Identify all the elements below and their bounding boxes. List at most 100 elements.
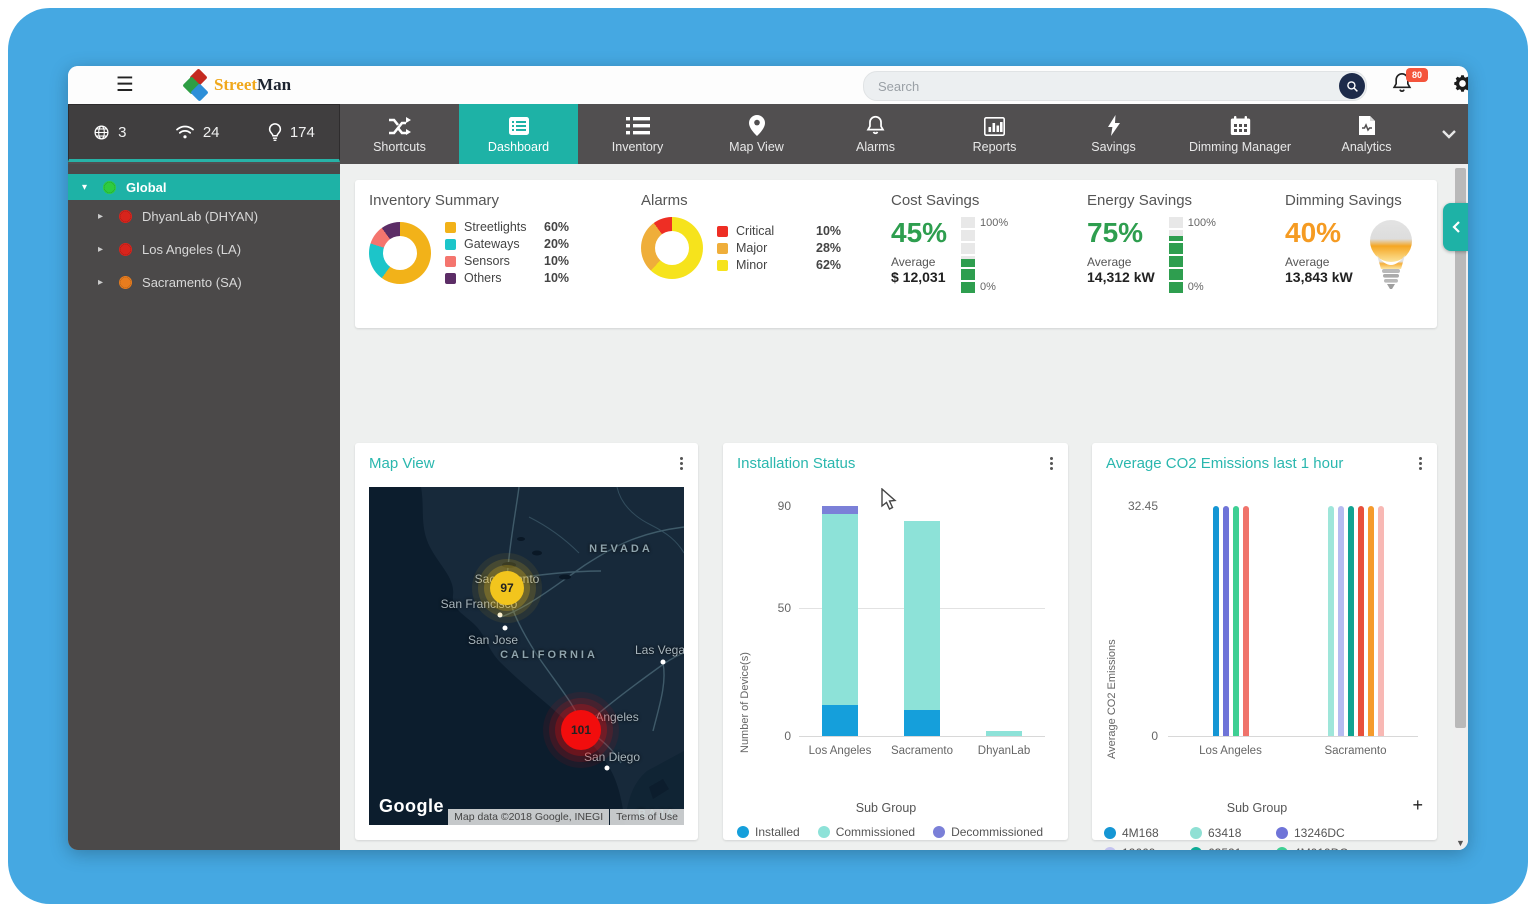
logo-diamonds-icon	[182, 68, 212, 102]
cost-savings-meter	[961, 217, 976, 293]
y-tick: 50	[777, 601, 791, 616]
dimming-savings-average-label: Average	[1285, 255, 1330, 269]
dimming-bulb-icon	[1369, 220, 1412, 289]
google-logo[interactable]: Google	[379, 796, 444, 817]
group-globe-icon	[119, 243, 133, 256]
map-cluster-marker[interactable]: 101	[561, 710, 601, 750]
group-globe-icon	[119, 210, 133, 223]
co2-bar[interactable]	[1327, 506, 1334, 736]
installation-y-axis-label: Number of Device(s)	[739, 652, 751, 753]
co2-x-axis-label: Sub Group	[1226, 801, 1288, 815]
map-city-dot	[502, 625, 508, 631]
scrollbar-down-arrow[interactable]: ▼	[1453, 838, 1468, 848]
tree-item-los[interactable]: ▸ Los Angeles (LA)	[68, 233, 340, 266]
tree-item-global[interactable]: ▾ Global	[68, 174, 340, 200]
tab-inventory[interactable]: Inventory	[578, 104, 697, 164]
tabs-overflow-caret[interactable]	[1430, 104, 1468, 164]
tab-label: Dashboard	[487, 140, 550, 154]
y-tick: 0	[1151, 729, 1158, 743]
google-map[interactable]: NEVADACALIFORNIABAJASacramentoSan Franci…	[369, 487, 684, 825]
chevron-right-icon: ▸	[98, 277, 104, 288]
co2-bar[interactable]	[1242, 506, 1249, 736]
y-tick: 32.45	[1127, 499, 1158, 513]
tab-map-view[interactable]: Map View	[697, 104, 816, 164]
tab-label: Reports	[972, 140, 1017, 154]
tab-label: Inventory	[611, 140, 664, 154]
meter-min-label: 0%	[1187, 281, 1204, 293]
stacked-bar-los-angeles[interactable]	[822, 506, 858, 736]
search-button[interactable]	[1339, 73, 1365, 99]
legend-item: Installed	[737, 825, 800, 839]
chevron-left-icon	[1451, 221, 1460, 233]
map-city-label: San Diego	[583, 750, 641, 764]
stat-groups-value: 3	[118, 123, 127, 141]
co2-bar[interactable]	[1212, 506, 1219, 736]
notifications-button[interactable]: 80	[1392, 68, 1428, 100]
co2-bar[interactable]	[1367, 506, 1374, 736]
map-terms-link[interactable]: Terms of Use	[610, 809, 684, 825]
map-region-label: NEVADA	[589, 543, 653, 555]
co2-bar[interactable]	[1357, 506, 1364, 736]
map-card-menu-button[interactable]	[676, 455, 686, 472]
tab-shortcuts[interactable]: Shortcuts	[340, 104, 459, 164]
x-category-label: Los Angeles	[1199, 745, 1262, 757]
co2-card-menu-button[interactable]	[1415, 455, 1425, 472]
legend-item: Sensors 10%	[445, 254, 569, 268]
co2-bar[interactable]	[1222, 506, 1229, 736]
co2-y-axis-label: Average CO2 Emissions	[1106, 639, 1118, 759]
tree-item-dhyanlab[interactable]: ▸ DhyanLab (DHYAN)	[68, 200, 340, 233]
chevron-right-icon: ▸	[98, 211, 104, 222]
bolt-icon	[1107, 114, 1121, 136]
map-city-dot	[660, 659, 666, 665]
tab-dimming-manager[interactable]: Dimming Manager	[1173, 104, 1307, 164]
chevron-down-icon: ▾	[82, 181, 88, 193]
tab-analytics[interactable]: Analytics	[1307, 104, 1426, 164]
co2-legend: 4M1686341813246DC 12669635214M019DC	[1104, 823, 1386, 850]
legend-item: Gateways 20%	[445, 237, 569, 251]
inventory-summary-section: Inventory Summary Streetlights 60% Gateway…	[369, 192, 569, 288]
vertical-scrollbar[interactable]: ▼	[1453, 164, 1468, 850]
stacked-bar-sacramento[interactable]	[904, 521, 940, 736]
map-cluster-marker[interactable]: 97	[490, 571, 524, 605]
tab-alarms[interactable]: Alarms	[816, 104, 935, 164]
energy-savings-percent: 75%	[1087, 217, 1144, 248]
co2-bar[interactable]	[1347, 506, 1354, 736]
co2-bar[interactable]	[1377, 506, 1384, 736]
energy-savings-meter	[1168, 217, 1183, 293]
main-nav-bar: 3 24 174 Shortcuts Dashboard Inventory Map …	[68, 104, 1468, 164]
scrollbar-thumb[interactable]	[1455, 168, 1466, 728]
installation-legend: Installed Commissioned Decommissioned	[737, 825, 1043, 839]
alarms-title: Alarms	[641, 192, 688, 209]
tab-dashboard[interactable]: Dashboard	[459, 104, 578, 164]
hamburger-menu-icon[interactable]: ☰	[116, 75, 134, 95]
map-city-dot	[497, 612, 503, 618]
tree-item-sacramento[interactable]: ▸ Sacramento (SA)	[68, 266, 340, 299]
co2-bar[interactable]	[1337, 506, 1344, 736]
settings-button[interactable]	[1452, 73, 1468, 99]
legend-item: Critical 10%	[717, 224, 841, 238]
search-bar	[863, 71, 1367, 101]
stacked-bar-dhyanlab[interactable]	[986, 730, 1022, 736]
tab-savings[interactable]: Savings	[1054, 104, 1173, 164]
wifi-icon	[175, 125, 194, 139]
alarms-legend: Critical 10% Major 28% Minor 62%	[717, 221, 841, 275]
tab-reports[interactable]: Reports	[935, 104, 1054, 164]
energy-savings-average-value: 14,312 kW	[1087, 269, 1155, 285]
gear-icon	[1454, 75, 1468, 92]
legend-item: 12669	[1104, 843, 1190, 850]
legend-item: 63418	[1190, 823, 1276, 843]
search-input[interactable]	[864, 77, 1339, 95]
chevron-right-icon: ▸	[98, 244, 104, 255]
co2-bar[interactable]	[1232, 506, 1239, 736]
inventory-legend: Streetlights 60% Gateways 20% Sensors 10% Othe…	[445, 217, 569, 288]
inventory-summary-title: Inventory Summary	[369, 192, 500, 209]
streetlight-bulb-icon	[268, 122, 281, 141]
installation-card-menu-button[interactable]	[1046, 455, 1056, 472]
map-city-dot	[604, 765, 610, 771]
panel-collapse-tab[interactable]	[1443, 203, 1468, 251]
list-icon	[625, 114, 650, 136]
dashboard-content: Inventory Summary Streetlights 60% Gateway…	[340, 164, 1468, 850]
globe-icon	[94, 124, 109, 140]
installation-status-card: Installation Status Number of Device(s) …	[723, 443, 1068, 840]
co2-legend-expand-button[interactable]: +	[1412, 795, 1423, 816]
